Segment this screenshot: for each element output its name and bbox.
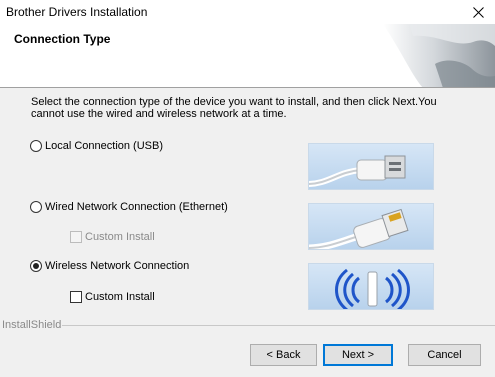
installshield-brand: InstallShield: [2, 319, 62, 331]
wireless-connection-option[interactable]: Wireless Network Connection: [30, 260, 189, 272]
back-button[interactable]: < Back: [250, 344, 317, 366]
wired-custom-install-checkbox: [70, 231, 82, 243]
local-connection-label: Local Connection (USB): [45, 140, 164, 152]
next-button[interactable]: Next >: [323, 344, 393, 366]
wireless-illustration: [308, 263, 434, 310]
wired-custom-install-label: Custom Install: [85, 231, 155, 243]
wireless-custom-install-option[interactable]: Custom Install: [70, 291, 155, 303]
close-icon: [472, 6, 484, 18]
wired-connection-label: Wired Network Connection (Ethernet): [45, 201, 228, 213]
header-face-graphic: [383, 24, 495, 87]
window-title: Brother Drivers Installation: [6, 5, 148, 19]
wireless-connection-label: Wireless Network Connection: [45, 260, 190, 272]
wired-connection-radio[interactable]: [30, 201, 42, 213]
wireless-custom-install-checkbox[interactable]: [70, 291, 82, 303]
title-bar: Brother Drivers Installation: [0, 0, 495, 24]
wired-custom-install-option: Custom Install: [70, 231, 155, 243]
wired-connection-option[interactable]: Wired Network Connection (Ethernet): [30, 201, 228, 213]
page-title: Connection Type: [14, 32, 111, 46]
footer-divider: [62, 325, 495, 326]
wireless-connection-radio[interactable]: [30, 260, 42, 272]
close-button[interactable]: [461, 0, 495, 24]
local-connection-radio[interactable]: [30, 140, 42, 152]
instructions-text: Select the connection type of the device…: [31, 96, 437, 120]
header-banner: Connection Type: [0, 24, 495, 88]
local-connection-option[interactable]: Local Connection (USB): [30, 140, 163, 152]
ethernet-cable-illustration: [308, 203, 434, 250]
usb-cable-illustration: [308, 143, 434, 190]
wireless-custom-install-label: Custom Install: [85, 291, 155, 303]
cancel-button[interactable]: Cancel: [408, 344, 481, 366]
